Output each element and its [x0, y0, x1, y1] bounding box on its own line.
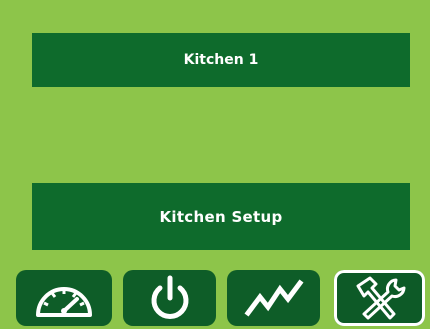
- power-icon: [148, 274, 192, 322]
- kitchen-setup-button[interactable]: Kitchen Setup: [32, 183, 410, 250]
- nav-chart-button[interactable]: [227, 270, 320, 326]
- kitchen-name-button[interactable]: Kitchen 1: [32, 33, 410, 87]
- nav-power-button[interactable]: [123, 270, 216, 326]
- nav-gauge-button[interactable]: [16, 270, 112, 326]
- nav-setup-button[interactable]: [334, 270, 425, 326]
- chart-icon: [244, 277, 304, 319]
- gauge-icon: [32, 277, 96, 319]
- kitchen-screen: Kitchen 1 Kitchen Setup: [0, 0, 430, 329]
- tools-icon: [350, 274, 410, 322]
